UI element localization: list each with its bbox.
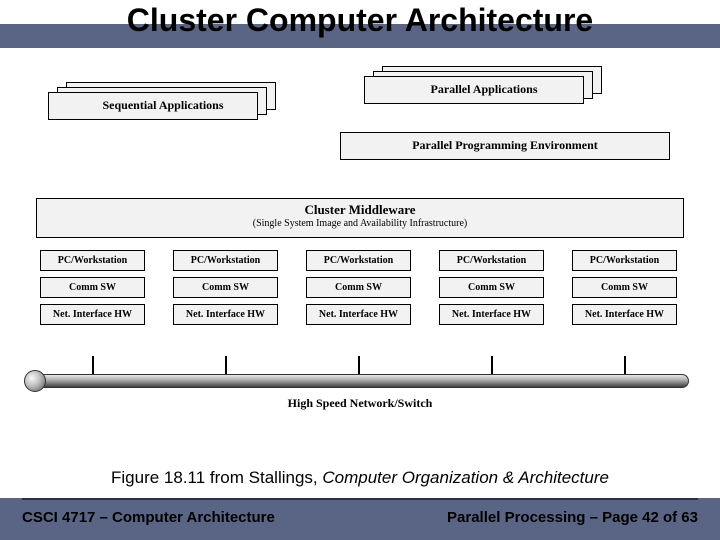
comm-sw-box: Comm SW (40, 277, 145, 298)
node-connector (225, 356, 227, 374)
slide-title: Cluster Computer Architecture (0, 2, 720, 39)
node-connector (491, 356, 493, 374)
architecture-diagram: Sequential Applications Parallel Applica… (36, 70, 684, 440)
node-connector (624, 356, 626, 374)
footer-course-info: CSCI 4717 – Computer Architecture (22, 509, 275, 526)
parallel-programming-env-box: Parallel Programming Environment (340, 132, 670, 160)
comm-sw-box: Comm SW (173, 277, 278, 298)
pc-workstation-box: PC/Workstation (306, 250, 411, 271)
net-interface-hw-box: Net. Interface HW (173, 304, 278, 325)
caption-prefix: Figure 18.11 from Stallings, (111, 468, 322, 487)
cluster-node-3: PC/Workstation Comm SW Net. Interface HW (306, 250, 411, 331)
middleware-title: Cluster Middleware (37, 202, 683, 218)
pc-workstation-box: PC/Workstation (439, 250, 544, 271)
cluster-node-5: PC/Workstation Comm SW Net. Interface HW (572, 250, 677, 331)
node-connector (358, 356, 360, 374)
pc-workstation-box: PC/Workstation (173, 250, 278, 271)
net-interface-hw-box: Net. Interface HW (572, 304, 677, 325)
pc-workstation-box: PC/Workstation (572, 250, 677, 271)
node-connector (92, 356, 94, 374)
cluster-node-1: PC/Workstation Comm SW Net. Interface HW (40, 250, 145, 331)
sequential-applications-label: Sequential Applications (48, 98, 278, 113)
cluster-middleware-box: Cluster Middleware (Single System Image … (36, 198, 684, 238)
parallel-programming-env-label: Parallel Programming Environment (340, 138, 670, 153)
footer-rule (22, 498, 698, 500)
net-interface-hw-box: Net. Interface HW (439, 304, 544, 325)
sequential-applications-stack: Sequential Applications (48, 92, 278, 134)
comm-sw-box: Comm SW (439, 277, 544, 298)
network-switch-endcap (24, 370, 46, 392)
footer-page-info: Parallel Processing – Page 42 of 63 (447, 509, 698, 526)
cluster-node-2: PC/Workstation Comm SW Net. Interface HW (173, 250, 278, 331)
comm-sw-box: Comm SW (572, 277, 677, 298)
pc-workstation-box: PC/Workstation (40, 250, 145, 271)
network-switch-bar (31, 374, 689, 388)
parallel-applications-label: Parallel Applications (364, 82, 604, 97)
cluster-node-4: PC/Workstation Comm SW Net. Interface HW (439, 250, 544, 331)
comm-sw-box: Comm SW (306, 277, 411, 298)
middleware-subtitle: (Single System Image and Availability In… (37, 218, 683, 229)
net-interface-hw-box: Net. Interface HW (40, 304, 145, 325)
network-switch-label: High Speed Network/Switch (36, 396, 684, 411)
parallel-applications-stack: Parallel Applications (364, 76, 604, 118)
caption-booktitle: Computer Organization & Architecture (322, 468, 609, 487)
net-interface-hw-box: Net. Interface HW (306, 304, 411, 325)
figure-caption: Figure 18.11 from Stallings, Computer Or… (0, 468, 720, 488)
